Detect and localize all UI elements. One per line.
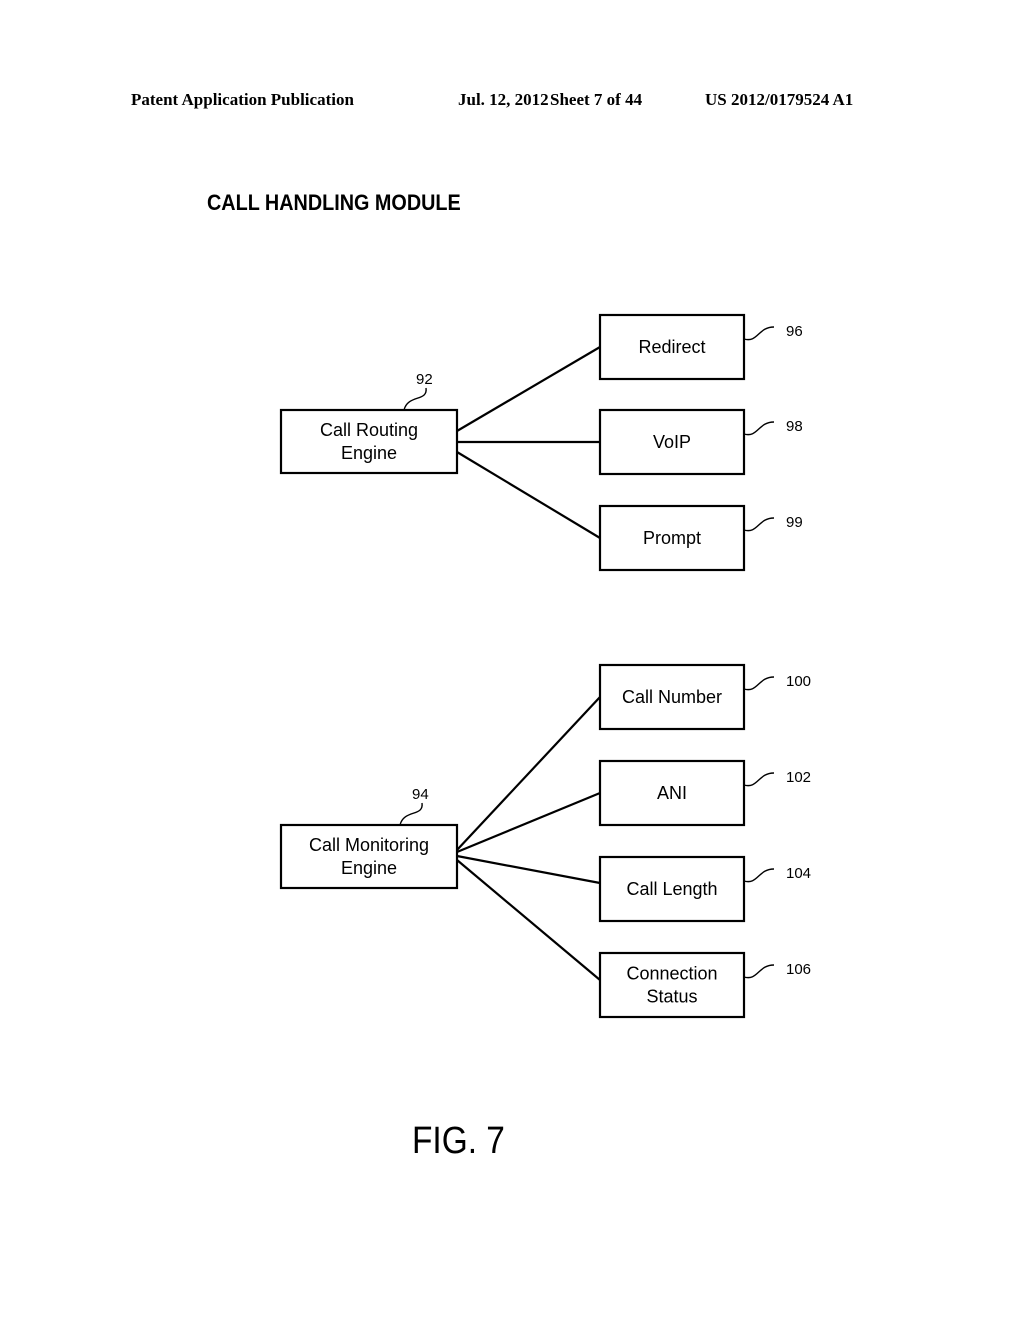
- reference-numeral: 92: [416, 371, 433, 388]
- component-label: VoIP: [653, 432, 691, 452]
- figure-label: FIG. 7: [412, 1120, 505, 1162]
- component-label: Call Length: [626, 879, 717, 899]
- component-label: Call Number: [622, 687, 722, 707]
- reference-numeral: 98: [786, 418, 803, 435]
- reference-leader: [743, 772, 775, 787]
- reference-numeral: 106: [786, 961, 811, 978]
- reference-numeral: 100: [786, 673, 811, 690]
- component-label: ANI: [657, 783, 687, 803]
- component-label: Prompt: [643, 528, 701, 548]
- reference-leader: [743, 421, 775, 436]
- reference-leader: [743, 676, 775, 691]
- reference-numeral: 104: [786, 865, 811, 882]
- reference-leader: [403, 387, 427, 411]
- reference-numeral: 102: [786, 769, 811, 786]
- component-label: Redirect: [638, 337, 705, 357]
- connector-line: [456, 346, 601, 432]
- reference-leader: [743, 964, 775, 979]
- reference-leader: [399, 802, 423, 826]
- block-diagram: Call Routing Engine92Redirect96VoIP98Prom…: [279, 313, 811, 1019]
- reference-numeral: 99: [786, 514, 803, 531]
- reference-leader: [743, 326, 775, 341]
- connector-line: [456, 696, 601, 851]
- connector-line: [456, 451, 601, 539]
- connector-line: [456, 791, 601, 854]
- reference-leader: [743, 517, 775, 532]
- reference-leader: [743, 868, 775, 883]
- reference-numeral: 96: [786, 323, 803, 340]
- reference-numeral: 94: [412, 786, 429, 803]
